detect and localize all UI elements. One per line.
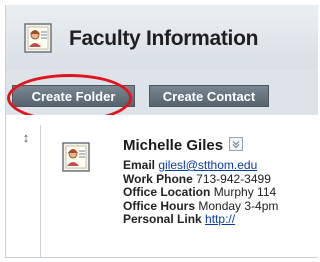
list-item: ↕ Michelle Giles Email gilesl@stthom.edu…	[6, 125, 318, 257]
personal-link-label: Personal Link	[123, 212, 202, 226]
chevron-down-icon[interactable]	[229, 137, 243, 151]
drag-handle-icon[interactable]: ↕	[21, 130, 31, 146]
email-label: Email	[123, 158, 156, 172]
contact-details: Email gilesl@stthom.edu Work Phone 713-9…	[123, 158, 279, 227]
work-phone-label: Work Phone	[123, 171, 193, 186]
page-header: Faculty Information	[5, 5, 318, 69]
office-hours-label: Office Hours	[123, 198, 196, 213]
office-hours-value: Monday 3-4pm	[198, 198, 279, 213]
personal-link-line: Personal Link http://	[123, 212, 278, 227]
action-toolbar: Create Folder Create Contact	[5, 69, 318, 115]
contact-card-icon	[62, 142, 90, 172]
page-title: Faculty Information	[69, 27, 259, 50]
office-location-value: Murphy 114	[213, 185, 277, 199]
email-link[interactable]: gilesl@stthom.edu	[158, 158, 257, 172]
office-location-line: Office Location Murphy 114	[123, 185, 278, 200]
create-contact-button[interactable]: Create Contact	[149, 85, 269, 107]
personal-link[interactable]: http://	[205, 212, 235, 226]
create-folder-button[interactable]: Create Folder	[12, 85, 135, 107]
email-line: Email gilesl@stthom.edu	[123, 158, 278, 173]
work-phone-value: 713-942-3499	[196, 171, 271, 186]
office-hours-line: Office Hours Monday 3-4pm	[123, 198, 279, 214]
faculty-information-page: Faculty Information Create Folder Create…	[0, 0, 318, 262]
contact-name[interactable]: Michelle Giles	[123, 137, 223, 154]
work-phone-line: Work Phone 713-942-3499	[123, 171, 278, 187]
contact-card-icon	[24, 23, 52, 53]
contact-list: ↕ Michelle Giles Email gilesl@stthom.edu…	[5, 115, 318, 258]
office-location-label: Office Location	[123, 185, 211, 199]
row-divider	[40, 125, 41, 257]
